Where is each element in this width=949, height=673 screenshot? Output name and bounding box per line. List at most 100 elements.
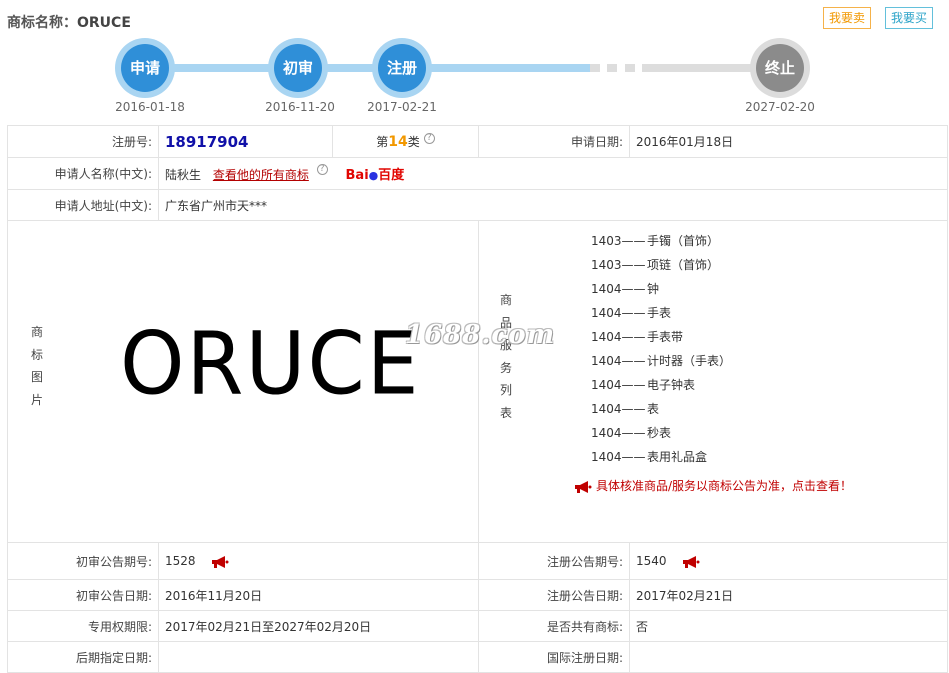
reg-issue-value: 1540 — [636, 554, 667, 568]
goods-code: 1404—— — [591, 378, 646, 392]
prelim-issue-cell: 1528 — [158, 542, 479, 580]
address-label: 申请人地址(中文): — [7, 189, 159, 221]
reg-no-value: 18917904 — [165, 132, 249, 151]
goods-name: 电子钟表 — [647, 378, 696, 392]
image-label: 商标图片 — [30, 321, 44, 411]
goods-label: 商品服务列表 — [499, 289, 513, 424]
step-register-label: 注册 — [378, 44, 426, 92]
shared-label: 是否共有商标: — [478, 610, 630, 642]
reg-no-cell: 18917904 — [158, 125, 333, 158]
goods-code: 1403—— — [591, 234, 646, 248]
sell-button[interactable]: 我要卖 — [823, 7, 872, 29]
reg-date-label: 注册公告日期: — [478, 579, 630, 611]
goods-code: 1404—— — [591, 330, 646, 344]
goods-code: 1404—— — [591, 282, 646, 296]
trademark-detail-table: 注册号: 18917904 第14类? 申请日期: 2016年01月18日 申请… — [7, 125, 948, 673]
goods-code: 1404—— — [591, 426, 646, 440]
goods-name: 表用礼品盒 — [647, 450, 708, 464]
goods-item: 1404——计时器（手表） — [591, 349, 731, 373]
goods-item: 1403——项链（首饰） — [591, 253, 731, 277]
applicant-cell: 陆秋生 查看他的所有商标 ? Bai●百度 — [158, 157, 948, 190]
reg-issue-label: 注册公告期号: — [478, 542, 630, 580]
goods-item: 1404——电子钟表 — [591, 373, 731, 397]
goods-code: 1404—— — [591, 354, 646, 368]
goods-item: 1403——手镯（首饰） — [591, 229, 731, 253]
table-row: 初审公告日期: 2016年11月20日 注册公告日期: 2017年02月21日 — [7, 579, 948, 611]
step-end-date: 2027-02-20 — [745, 100, 815, 114]
goods-code: 1404—— — [591, 402, 646, 416]
goods-item: 1404——手表带 — [591, 325, 731, 349]
megaphone-icon — [574, 480, 592, 493]
exclusive-value: 2017年02月21日至2027年02月20日 — [158, 610, 479, 642]
table-row: 初审公告期号: 1528 注册公告期号: 1540 — [7, 542, 948, 580]
timeline-dash — [590, 64, 600, 72]
exclusive-label: 专用权期限: — [7, 610, 159, 642]
table-row: 专用权期限: 2017年02月21日至2027年02月20日 是否共有商标: 否 — [7, 610, 948, 642]
megaphone-icon[interactable] — [211, 555, 229, 568]
later-date-value — [158, 641, 479, 673]
goods-note-link[interactable]: 具体核准商品/服务以商标公告为准，点击查看！ — [479, 477, 947, 494]
step-apply-label: 申请 — [121, 44, 169, 92]
goods-name: 项链（首饰） — [647, 258, 720, 272]
help-icon[interactable]: ? — [316, 164, 328, 175]
table-row: 注册号: 18917904 第14类? 申请日期: 2016年01月18日 — [7, 125, 948, 158]
table-row: 商标图片 ORUCE 商品服务列表 1403——手镯（首饰） 1403——项链（首… — [7, 220, 948, 543]
step-apply: 申请 — [115, 38, 175, 98]
reg-issue-cell: 1540 — [629, 542, 948, 580]
apply-date-value: 2016年01月18日 — [629, 125, 948, 158]
megaphone-icon[interactable] — [682, 555, 700, 568]
step-end-label: 终止 — [756, 44, 804, 92]
image-label-text: 商标图片 — [30, 325, 43, 407]
step-prelim-date: 2016-11-20 — [265, 100, 335, 114]
intl-date-label: 国际注册日期: — [478, 641, 630, 673]
goods-cell: 商品服务列表 1403——手镯（首饰） 1403——项链（首饰） 1404——钟 14… — [478, 220, 948, 543]
goods-item: 1404——手表 — [591, 301, 731, 325]
step-prelim-label: 初审 — [274, 44, 322, 92]
step-register: 注册 — [372, 38, 432, 98]
later-date-label: 后期指定日期: — [7, 641, 159, 673]
applicant-value: 陆秋生 — [165, 168, 202, 182]
goods-note-text: 具体核准商品/服务以商标公告为准，点击查看！ — [595, 479, 853, 493]
goods-name: 秒表 — [647, 426, 672, 440]
step-apply-date: 2016-01-18 — [115, 100, 185, 114]
goods-item: 1404——钟 — [591, 277, 731, 301]
baidu-paw-icon: ● — [368, 169, 379, 182]
all-marks-link[interactable]: 查看他的所有商标 — [213, 168, 309, 182]
table-row: 申请人名称(中文): 陆秋生 查看他的所有商标 ? Bai●百度 — [7, 157, 948, 190]
buy-button[interactable]: 我要买 — [885, 7, 934, 29]
prelim-date-label: 初审公告日期: — [7, 579, 159, 611]
goods-name: 手表带 — [647, 330, 684, 344]
shared-value: 否 — [629, 610, 948, 642]
apply-date-label: 申请日期: — [478, 125, 630, 158]
watermark: 1688.com — [405, 320, 556, 350]
goods-code: 1404—— — [591, 450, 646, 464]
address-value: 广东省广州市天*** — [158, 189, 948, 221]
class-prefix: 第 — [376, 135, 389, 149]
trademark-image: ORUCE — [120, 315, 421, 415]
step-prelim: 初审 — [268, 38, 328, 98]
timeline-dash — [625, 64, 635, 72]
goods-name: 钟 — [647, 282, 660, 296]
goods-code: 1403—— — [591, 258, 646, 272]
baidu-search-link[interactable]: Bai●百度 — [346, 168, 405, 183]
timeline-progress-bar — [145, 64, 590, 72]
goods-code: 1404—— — [591, 306, 646, 320]
goods-name: 计时器（手表） — [647, 354, 732, 368]
goods-item: 1404——表 — [591, 397, 731, 421]
reg-no-label: 注册号: — [7, 125, 159, 158]
trademark-name: ORUCE — [77, 15, 131, 31]
class-suffix: 类 — [407, 135, 420, 149]
goods-name: 手表 — [647, 306, 672, 320]
reg-date-value: 2017年02月21日 — [629, 579, 948, 611]
goods-name: 手镯（首饰） — [647, 234, 720, 248]
goods-list: 1403——手镯（首饰） 1403——项链（首饰） 1404——钟 1404——手表 1… — [591, 229, 731, 469]
step-end: 终止 — [750, 38, 810, 98]
page-title: 商标名称：ORUCE — [7, 12, 131, 32]
class-number: 14 — [388, 134, 408, 150]
help-icon[interactable]: ? — [423, 133, 435, 144]
intl-date-value — [629, 641, 948, 673]
prelim-issue-label: 初审公告期号: — [7, 542, 159, 580]
title-label: 商标名称： — [7, 15, 77, 31]
goods-label-text: 商品服务列表 — [499, 293, 512, 420]
timeline-dash — [607, 64, 617, 72]
